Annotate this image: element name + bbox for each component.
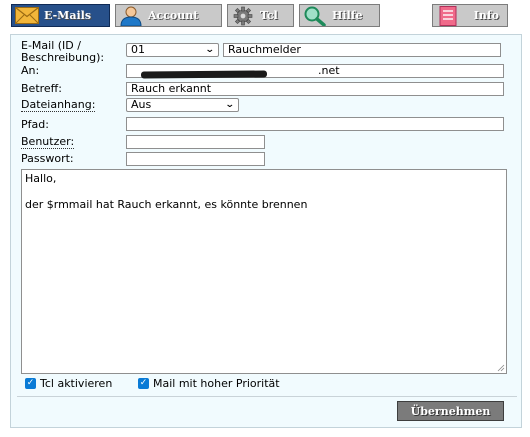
username-field[interactable] <box>126 135 265 149</box>
email-id-value: 01 <box>131 43 145 56</box>
subject-field[interactable]: Rauch erkannt <box>126 82 504 96</box>
message-line: der $rmmail hat Rauch erkannt, es könnte… <box>25 198 308 211</box>
message-line <box>25 185 503 198</box>
path-field[interactable] <box>126 117 504 131</box>
tab-hilfe[interactable]: Hilfe <box>299 4 380 27</box>
tab-hilfe-label: Hilfe <box>332 9 363 22</box>
submit-button[interactable]: Übernehmen <box>397 401 504 421</box>
tcl-checkbox-label: Tcl aktivieren <box>40 377 113 390</box>
tcl-checkbox[interactable]: ✓ <box>25 378 36 389</box>
gear-icon <box>230 5 256 26</box>
divider <box>17 396 517 397</box>
tab-emails[interactable]: E-Mails <box>11 4 110 27</box>
chevron-down-icon: ⌄ <box>225 100 236 110</box>
redaction-mark <box>140 70 268 79</box>
message-line: Hallo, <box>25 172 57 185</box>
email-description-field[interactable]: Rauchmelder <box>223 43 501 57</box>
benutzer-label: Benutzer: <box>21 135 75 149</box>
pfad-label: Pfad: <box>21 118 49 131</box>
betreff-label: Betreff: <box>21 82 62 95</box>
document-icon <box>435 5 461 26</box>
tab-tcl[interactable]: Tcl <box>227 4 294 27</box>
tab-account[interactable]: Account <box>115 4 222 27</box>
tab-info[interactable]: Info <box>432 4 508 27</box>
resize-handle-icon[interactable] <box>497 364 505 372</box>
attachment-select[interactable]: Aus ⌄ <box>126 98 239 112</box>
user-icon <box>118 5 144 26</box>
passwort-label: Passwort: <box>21 152 74 165</box>
recipient-visible-suffix: .net <box>318 64 340 77</box>
magnifier-icon <box>302 5 328 26</box>
tab-emails-label: E-Mails <box>44 9 92 22</box>
an-label: An: <box>21 64 40 77</box>
priority-checkbox-label: Mail mit hoher Priorität <box>153 377 280 390</box>
attachment-value: Aus <box>131 98 152 111</box>
email-settings-panel: E-Mail (ID / Beschreibung): 01 ⌄ Rauchme… <box>10 34 522 428</box>
password-field[interactable] <box>126 152 265 166</box>
priority-checkbox[interactable]: ✓ <box>138 378 149 389</box>
email-id-select[interactable]: 01 ⌄ <box>126 43 219 57</box>
dateianhang-label: Dateianhang: <box>21 98 96 112</box>
tab-bar: E-Mails Account Tcl Hilfe Info <box>0 0 530 33</box>
chevron-down-icon: ⌄ <box>205 45 216 55</box>
tcl-checkbox-row[interactable]: ✓ Tcl aktivieren <box>25 377 112 390</box>
priority-checkbox-row[interactable]: ✓ Mail mit hoher Priorität <box>138 377 280 390</box>
envelope-icon <box>14 5 40 26</box>
email-id-label: E-Mail (ID / Beschreibung): <box>21 39 105 64</box>
tab-tcl-label: Tcl <box>260 9 278 22</box>
message-body-textarea[interactable]: Hallo, der $rmmail hat Rauch erkannt, es… <box>21 169 507 374</box>
tab-account-label: Account <box>148 9 199 22</box>
tab-info-label: Info <box>473 9 499 22</box>
